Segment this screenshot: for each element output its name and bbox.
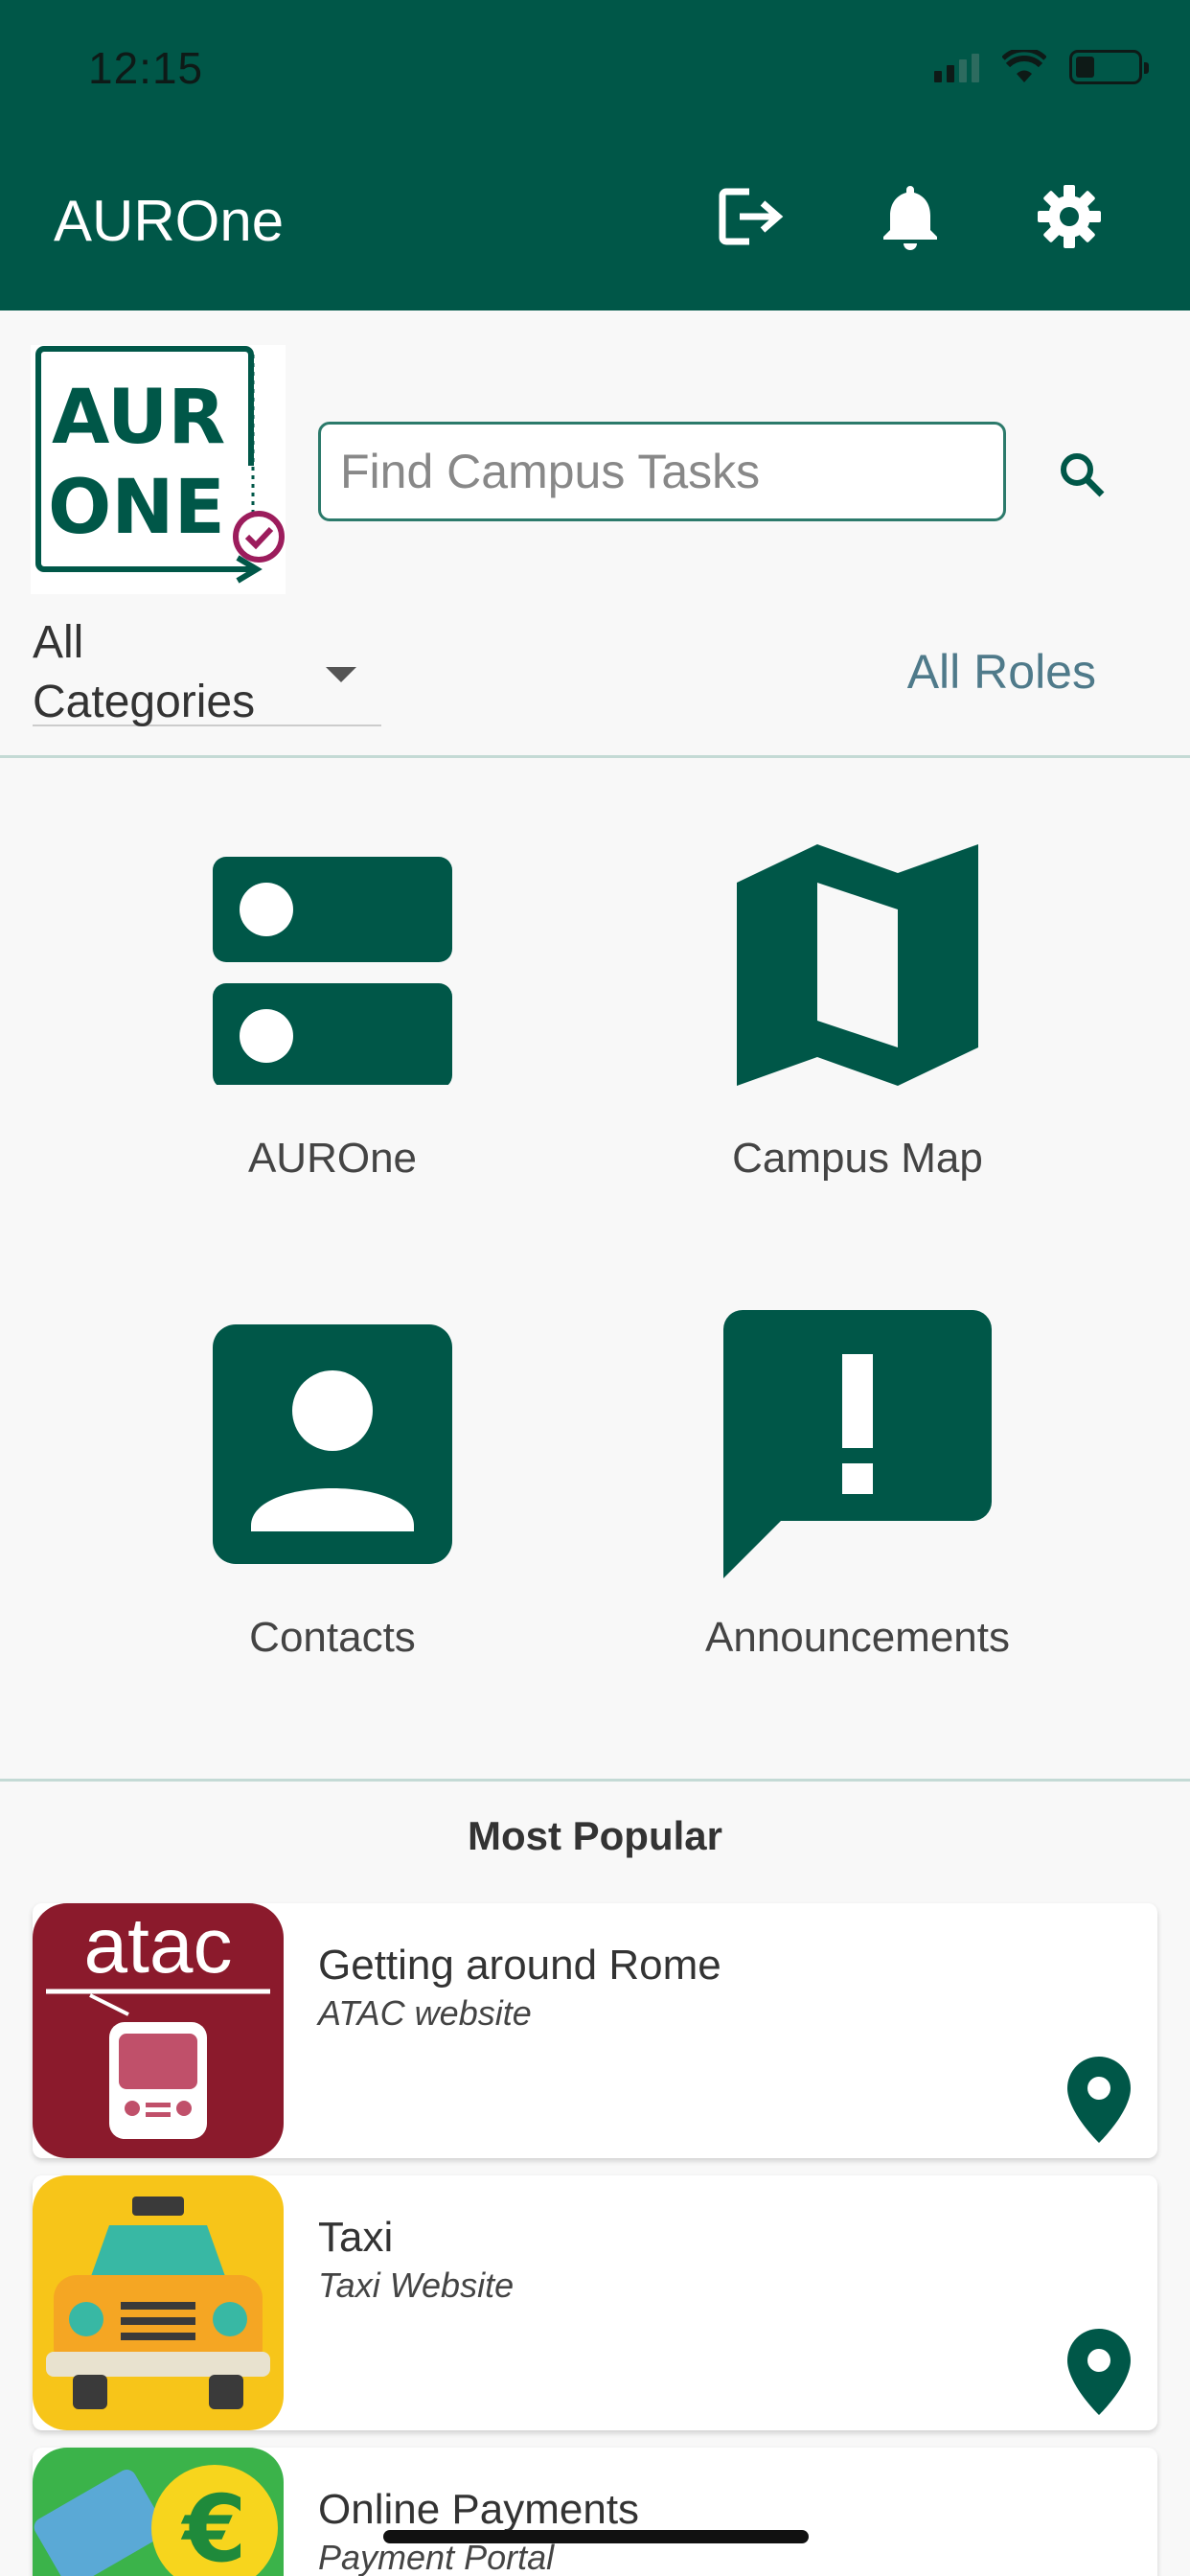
search-field[interactable] [318,422,1006,521]
aurone-logo: AUR ONE [31,345,286,594]
tile-label: Campus Map [732,1135,983,1182]
list-item-title: Taxi [318,2214,394,2261]
status-icons [934,48,1149,86]
contact-icon [126,1315,538,1574]
map-icon [652,836,1064,1094]
logout-icon[interactable] [715,180,788,253]
list-item-title: Online Payments [318,2486,640,2533]
app-title: AUROne [54,189,285,253]
section-divider [0,1779,1190,1782]
tile-contacts[interactable]: Contacts [126,1315,538,1662]
battery-icon [1069,50,1149,84]
chevron-down-icon [326,667,356,682]
list-item[interactable]: Taxi Taxi Website [33,2175,1157,2430]
category-dropdown-label: All Categories [33,617,256,727]
thumb-text: atac [84,1903,233,1990]
tile-label: Announcements [705,1614,1010,1661]
list-item[interactable]: atac Getting around Rome ATAC website [33,1903,1157,2158]
announcement-icon [652,1310,1064,1578]
server-icon [126,836,538,1094]
tile-label: Contacts [249,1614,416,1661]
home-indicator[interactable] [383,2530,809,2543]
list-item-subtitle: Taxi Website [318,2266,515,2305]
header-actions [715,180,1106,253]
taxi-logo [33,2175,284,2430]
list-item-subtitle: ATAC website [318,1993,532,2033]
status-time: 12:15 [88,43,204,93]
wifi-icon [1002,50,1046,82]
tile-announcements[interactable]: Announcements [652,1310,1064,1662]
tile-aurone[interactable]: AUROne [126,836,538,1183]
payment-logo: € [33,2448,284,2576]
section-title: Most Popular [467,1813,722,1858]
logo-line1: AUR [52,375,225,461]
location-pin-icon[interactable] [1067,2057,1131,2143]
tile-label: AUROne [247,1135,418,1182]
tile-campus-map[interactable]: Campus Map [652,836,1064,1183]
gear-icon[interactable] [1033,180,1106,253]
section-divider [0,755,1190,758]
list-item-title: Getting around Rome [318,1942,721,1989]
logo-line2: ONE [48,465,225,551]
roles-filter-link[interactable]: All Roles [907,644,1096,700]
search-input[interactable] [340,444,984,499]
location-pin-icon[interactable] [1067,2329,1131,2415]
bell-icon[interactable] [874,180,947,253]
list-item[interactable]: € Online Payments Payment Portal [33,2448,1157,2576]
app-header: 12:15 AUROne [0,0,1190,310]
signal-icon [934,52,979,82]
list-item-subtitle: Payment Portal [318,2538,555,2576]
search-icon[interactable] [1050,443,1113,506]
category-dropdown[interactable]: All Categories [33,613,381,727]
thumb-text: € [181,2475,247,2576]
atac-logo: atac [33,1903,284,2158]
